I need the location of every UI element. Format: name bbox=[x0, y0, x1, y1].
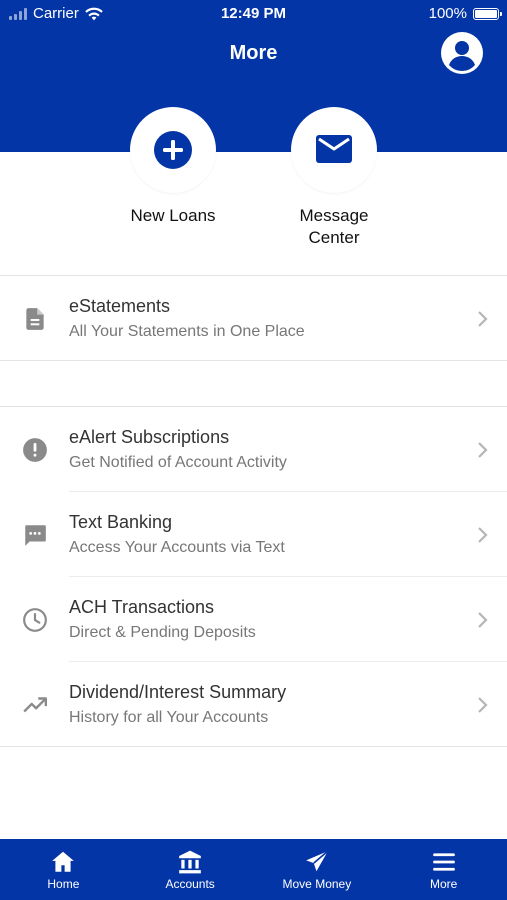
menu-item-subtitle: Access Your Accounts via Text bbox=[69, 539, 285, 556]
tab-more[interactable]: More bbox=[380, 839, 507, 900]
message-center-label: Message Center bbox=[299, 206, 369, 247]
menu-item-title: Dividend/Interest Summary bbox=[69, 682, 287, 702]
tab-home[interactable]: Home bbox=[0, 839, 127, 900]
new-loans-button[interactable]: New Loans bbox=[98, 107, 248, 227]
message-center-circle bbox=[291, 107, 377, 193]
profile-button[interactable] bbox=[440, 31, 484, 75]
send-icon bbox=[306, 850, 329, 872]
status-right: 100% bbox=[428, 5, 502, 22]
tab-label: Home bbox=[47, 877, 80, 891]
plus-circle-icon bbox=[154, 131, 192, 169]
message-center-button[interactable]: Message Center bbox=[259, 107, 409, 249]
header-bar: Carrier 12:49 PM 100% More bbox=[0, 0, 507, 152]
account-circle-icon bbox=[441, 32, 483, 74]
tab-label: Accounts bbox=[165, 877, 215, 891]
section-divider bbox=[0, 360, 507, 361]
menu-item-dividend-interest-summary[interactable]: Dividend/Interest Summary History for al… bbox=[0, 662, 507, 747]
chevron-right-icon bbox=[478, 442, 488, 458]
tab-move-money[interactable]: Move Money bbox=[254, 839, 381, 900]
tab-accounts[interactable]: Accounts bbox=[127, 839, 254, 900]
home-icon bbox=[52, 851, 75, 872]
menu-item-ealert-subscriptions[interactable]: eAlert Subscriptions Get Notified of Acc… bbox=[0, 407, 507, 492]
tab-label: More bbox=[429, 877, 458, 891]
page-title: More bbox=[229, 42, 278, 64]
chat-bubble-icon bbox=[25, 525, 46, 546]
menu-item-subtitle: Get Notified of Account Activity bbox=[69, 454, 287, 471]
menu-item-estatements[interactable]: eStatements All Your Statements in One P… bbox=[0, 276, 507, 361]
menu-item-ach-transactions[interactable]: ACH Transactions Direct & Pending Deposi… bbox=[0, 577, 507, 662]
menu-icon bbox=[432, 853, 455, 871]
menu-item-title: ACH Transactions bbox=[69, 597, 215, 617]
bank-icon bbox=[179, 850, 201, 874]
menu-item-subtitle: Direct & Pending Deposits bbox=[69, 624, 256, 641]
menu-item-subtitle: History for all Your Accounts bbox=[69, 709, 269, 726]
menu-item-subtitle: All Your Statements in One Place bbox=[69, 323, 305, 340]
chevron-right-icon bbox=[478, 527, 488, 543]
document-icon bbox=[26, 308, 44, 330]
menu-item-title: eStatements bbox=[69, 296, 171, 316]
chevron-right-icon bbox=[478, 697, 488, 713]
alert-circle-icon bbox=[23, 438, 47, 462]
status-bar: Carrier 12:49 PM 100% bbox=[0, 0, 507, 28]
section-divider bbox=[0, 746, 507, 747]
new-loans-circle bbox=[130, 107, 216, 193]
envelope-icon bbox=[316, 135, 352, 163]
battery-icon bbox=[473, 7, 502, 20]
trending-up-icon bbox=[23, 697, 48, 713]
battery-percent: 100% bbox=[428, 5, 467, 22]
clock-icon bbox=[23, 608, 47, 632]
new-loans-label: New Loans bbox=[130, 206, 216, 225]
tab-bar: Home Accounts Move Money More bbox=[0, 839, 507, 900]
menu-item-title: eAlert Subscriptions bbox=[69, 427, 230, 447]
menu-item-title: Text Banking bbox=[69, 512, 173, 532]
menu-item-text-banking[interactable]: Text Banking Access Your Accounts via Te… bbox=[0, 492, 507, 577]
tab-label: Move Money bbox=[282, 877, 352, 891]
chevron-right-icon bbox=[478, 612, 488, 628]
chevron-right-icon bbox=[478, 311, 488, 327]
